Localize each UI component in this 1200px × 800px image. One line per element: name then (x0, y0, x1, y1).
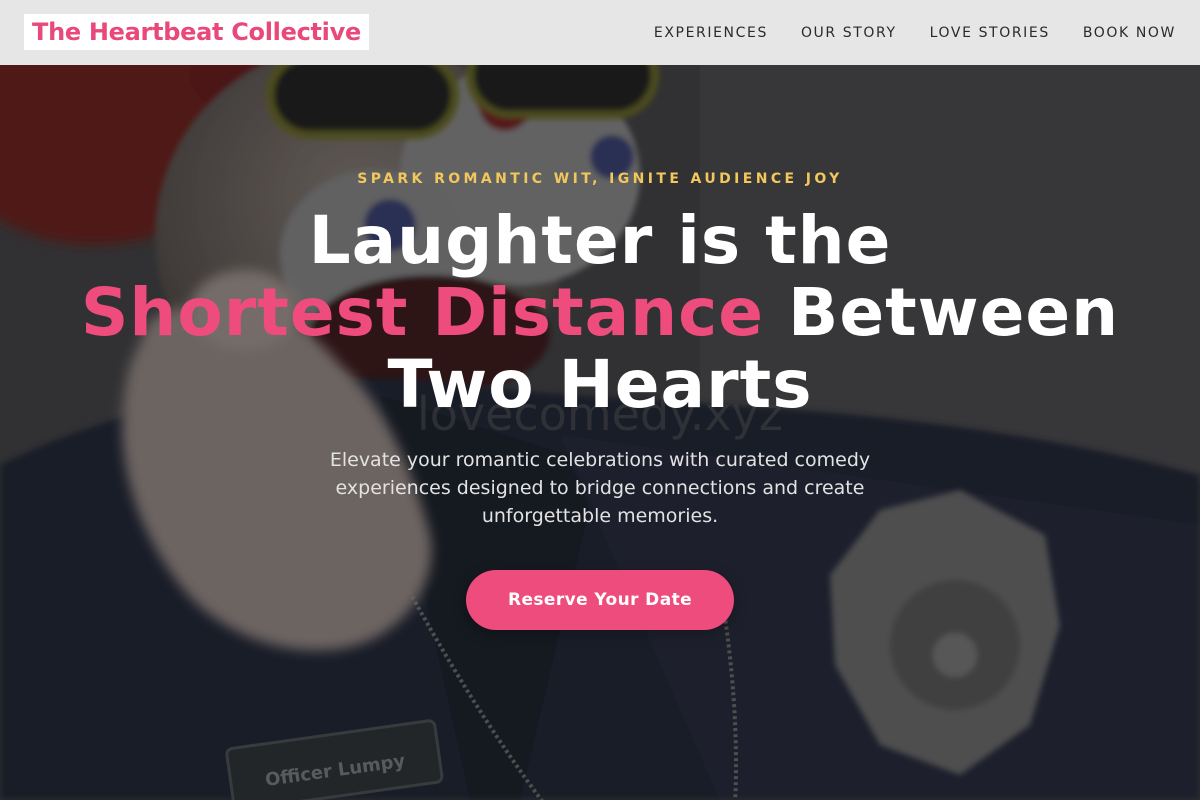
nav-link-book-now[interactable]: BOOK NOW (1083, 25, 1176, 41)
site-header: The Heartbeat Collective EXPERIENCES OUR… (0, 0, 1200, 65)
nav-link-love-stories[interactable]: LOVE STORIES (930, 25, 1050, 41)
main-nav: EXPERIENCES OUR STORY LOVE STORIES BOOK … (654, 0, 1176, 65)
hero-subtext: Elevate your romantic celebrations with … (329, 449, 871, 527)
hero-headline: Laughter is the Shortest Distance Betwee… (0, 205, 1200, 421)
headline-line-3: Two Hearts (387, 346, 813, 423)
headline-line-1: Laughter is the (308, 202, 892, 279)
page: Officer Lumpy lovecomedy.xyz The Heartbe… (0, 0, 1200, 800)
reserve-date-button[interactable]: Reserve Your Date (466, 570, 734, 630)
hero-content: SPARK ROMANTIC WIT, IGNITE AUDIENCE JOY … (0, 65, 1200, 800)
headline-accent: Shortest Distance (80, 274, 765, 351)
nav-link-experiences[interactable]: EXPERIENCES (654, 25, 768, 41)
site-logo[interactable]: The Heartbeat Collective (24, 14, 369, 50)
headline-line-2-rest: Between (764, 274, 1120, 351)
hero-eyebrow: SPARK ROMANTIC WIT, IGNITE AUDIENCE JOY (357, 171, 843, 187)
nav-link-our-story[interactable]: OUR STORY (801, 25, 897, 41)
